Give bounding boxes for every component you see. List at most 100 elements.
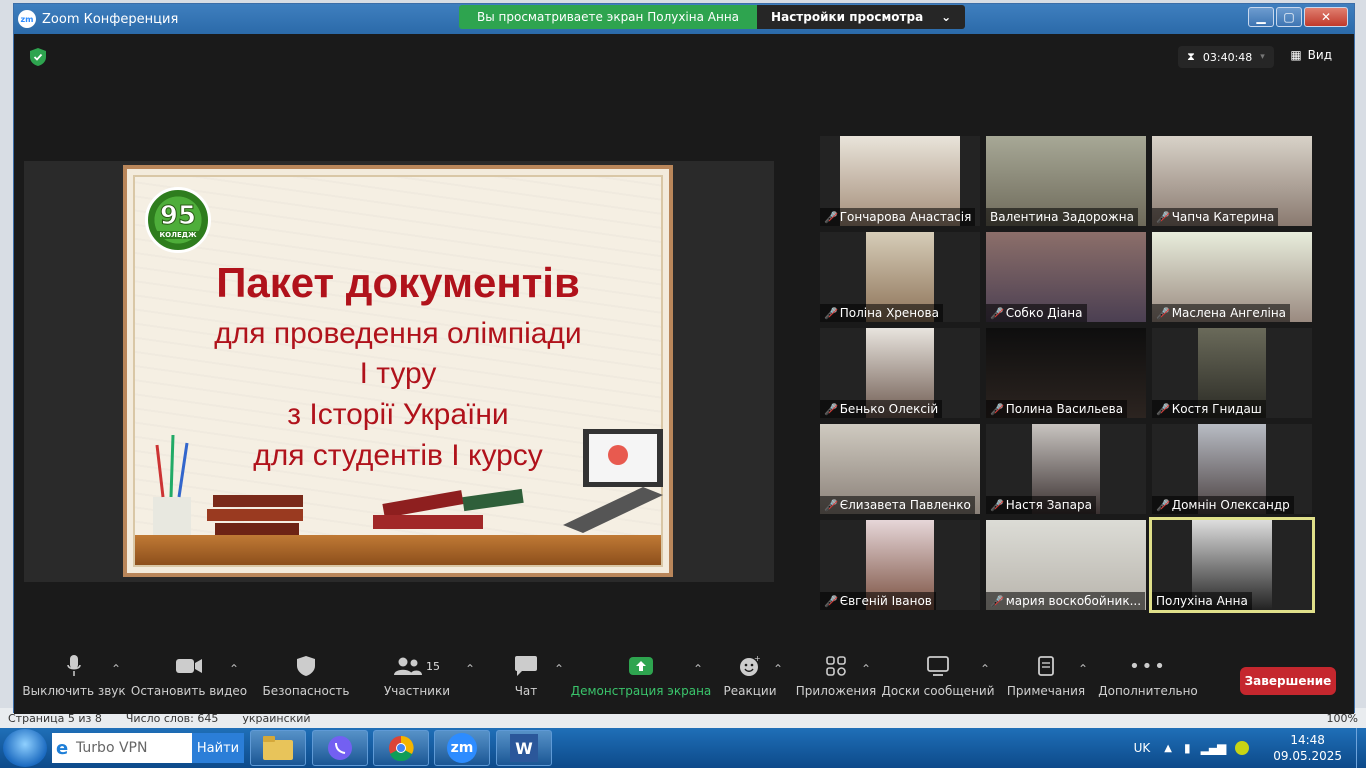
chat-button[interactable]: Чат [506, 652, 546, 708]
participant-tile-active-speaker[interactable]: Полухіна Анна [1149, 517, 1315, 613]
taskbar-search[interactable]: e Turbo VPN Найти [52, 733, 244, 763]
participant-name: Маслена Ангеліна [1171, 306, 1287, 320]
participant-tile[interactable]: 🎤̸ Костя Гнидаш [1152, 328, 1312, 418]
more-button[interactable]: ••• Дополнительно [1098, 652, 1198, 708]
apps-label: Приложения [795, 684, 877, 698]
desk-illustration [153, 429, 663, 535]
participants-button[interactable]: 15 Участники [384, 652, 450, 708]
zoom-window: zm Zoom Конференция Вы просматриваете эк… [13, 3, 1355, 714]
viber-icon [328, 736, 352, 760]
security-button[interactable]: Безопасность [263, 652, 350, 708]
tray-expand-icon[interactable]: ▲ [1164, 743, 1172, 754]
maximize-button[interactable]: ▢ [1276, 7, 1302, 27]
participant-name-bar: 🎤̸ Собко Діана [986, 304, 1087, 322]
file-explorer-task[interactable] [250, 730, 306, 766]
word-icon: W [510, 734, 538, 762]
participant-tile[interactable]: Валентина Задорожна [986, 136, 1146, 226]
end-meeting-button[interactable]: Завершение [1240, 667, 1336, 695]
device-icon[interactable]: ▮ [1184, 741, 1191, 755]
notes-button[interactable]: Примечания [1006, 652, 1086, 708]
participant-tile[interactable]: 🎤̸ Єлизавета Павленко [820, 424, 980, 514]
video-options-caret[interactable]: ⌃ [229, 662, 239, 676]
mute-options-caret[interactable]: ⌃ [111, 662, 121, 676]
word-task[interactable]: W [496, 730, 552, 766]
share-screen-button[interactable]: Демонстрация экрана [571, 652, 711, 708]
whiteboard-icon [927, 652, 949, 680]
stop-video-button[interactable]: Остановить видео [130, 652, 248, 708]
chrome-task[interactable] [373, 730, 429, 766]
mic-muted-icon: 🎤̸ [824, 306, 838, 320]
search-button[interactable]: Найти [192, 733, 244, 763]
mic-muted-icon: 🎤̸ [1156, 402, 1170, 416]
participant-tile[interactable]: 🎤̸ Домнін Олександр [1152, 424, 1312, 514]
video-label: Остановить видео [130, 684, 248, 698]
chat-bubble-icon [515, 652, 537, 680]
participants-options-caret[interactable]: ⌃ [465, 662, 475, 676]
participant-name: Гончарова Анастасія [839, 210, 972, 224]
signal-icon[interactable]: ▂▄▆ [1201, 741, 1227, 755]
share-screen-label: Демонстрация экрана [570, 684, 712, 698]
share-screen-icon [629, 652, 653, 680]
clock-date: 09.05.2025 [1273, 749, 1342, 763]
close-button[interactable]: ✕ [1304, 7, 1348, 27]
mute-button[interactable]: Выключить звук [22, 652, 126, 708]
participants-count: 15 [426, 659, 440, 673]
meeting-toolbar: Выключить звук ⌃ Остановить видео ⌃ Безо… [14, 632, 1354, 714]
apps-options-caret[interactable]: ⌃ [861, 662, 871, 676]
zoom-task[interactable]: zm [434, 730, 490, 766]
participant-tile[interactable]: 🎤̸ Гончарова Анастасія [820, 136, 980, 226]
whiteboards-button[interactable]: Доски сообщений [882, 652, 995, 708]
svg-text:+: + [754, 655, 761, 663]
show-desktop-button[interactable] [1356, 728, 1366, 768]
window-title: Zoom Конференция [42, 11, 179, 27]
participant-name-bar: Валентина Задорожна [986, 208, 1138, 226]
apps-button[interactable]: Приложения [795, 652, 877, 708]
participant-tile[interactable]: 🎤̸ Поліна Хренова [820, 232, 980, 322]
chevron-down-icon: ▾ [1260, 52, 1265, 62]
chat-label: Чат [514, 684, 538, 698]
meeting-timer[interactable]: ⧗ 03:40:48 ▾ [1178, 46, 1274, 68]
participant-name-bar: 🎤̸ Євгеній Іванов [820, 592, 936, 610]
whiteboards-label: Доски сообщений [881, 684, 995, 698]
share-options-caret[interactable]: ⌃ [693, 662, 703, 676]
participant-tile[interactable]: 🎤̸ Полина Васильева [986, 328, 1146, 418]
participant-tile[interactable]: 🎤̸ Чапча Катерина [1152, 136, 1312, 226]
participant-tile[interactable]: 🎤̸ Настя Запара [986, 424, 1146, 514]
view-button[interactable]: ▦ Вид [1290, 48, 1332, 62]
notes-icon [1038, 652, 1054, 680]
share-banner: Вы просматриваете экран Полухіна Анна На… [459, 5, 966, 29]
participant-name-bar: 🎤̸ Бенько Олексій [820, 400, 943, 418]
participant-tile[interactable]: 🎤̸ Маслена Ангеліна [1152, 232, 1312, 322]
browser-e-icon: e [56, 737, 69, 759]
clock[interactable]: 14:48 09.05.2025 [1273, 732, 1342, 764]
security-shield-icon[interactable] [30, 48, 46, 66]
reactions-button[interactable]: + Реакции [719, 652, 781, 708]
notes-label: Примечания [1006, 684, 1086, 698]
desk-bar [135, 535, 661, 565]
sharing-status: Вы просматриваете экран Полухіна Анна [459, 5, 758, 29]
language-indicator[interactable]: UK [1134, 741, 1151, 755]
more-dots-icon: ••• [1129, 655, 1167, 677]
participant-tile[interactable]: 🎤̸ Собко Діана [986, 232, 1146, 322]
update-icon[interactable] [1235, 741, 1250, 755]
participant-name: Собко Діана [1005, 306, 1083, 320]
reactions-options-caret[interactable]: ⌃ [773, 662, 783, 676]
notes-options-caret[interactable]: ⌃ [1078, 662, 1088, 676]
participant-name: Чапча Катерина [1171, 210, 1275, 224]
participant-name-bar: 🎤̸ Маслена Ангеліна [1152, 304, 1291, 322]
timer-value: 03:40:48 [1202, 50, 1253, 64]
view-settings-button[interactable]: Настройки просмотра ⌄ [757, 5, 966, 29]
microphone-icon [67, 652, 81, 680]
mic-muted-icon: 🎤̸ [990, 306, 1004, 320]
participant-tile[interactable]: 🎤̸ мария воскобойник... [986, 520, 1146, 610]
whiteboards-options-caret[interactable]: ⌃ [980, 662, 990, 676]
viber-task[interactable] [312, 730, 368, 766]
participant-name: Полухіна Анна [1156, 594, 1248, 608]
participant-name: Настя Запара [1005, 498, 1092, 512]
zoom-app-icon: zm [18, 10, 36, 28]
minimize-button[interactable]: ▁ [1248, 7, 1274, 27]
participant-tile[interactable]: 🎤̸ Бенько Олексій [820, 328, 980, 418]
chat-options-caret[interactable]: ⌃ [554, 662, 564, 676]
participant-tile[interactable]: 🎤̸ Євгеній Іванов [820, 520, 980, 610]
start-button[interactable] [3, 729, 47, 767]
